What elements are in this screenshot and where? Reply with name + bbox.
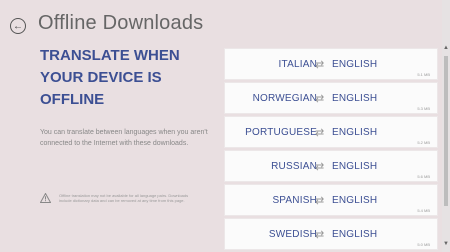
target-language: ENGLISH [332, 195, 378, 206]
source-language: RUSSIAN [271, 161, 317, 172]
download-row[interactable]: PORTUGUESE ⇄ ENGLISH 5.2 MB [224, 116, 438, 148]
swap-arrows-icon: ⇄ [315, 195, 325, 207]
target-language: ENGLISH [332, 229, 378, 240]
download-size: 5.6 MB [417, 174, 430, 179]
notice: Offline translation may not be available… [40, 193, 210, 203]
download-size: 5.4 MB [417, 208, 430, 213]
download-row[interactable]: NORWEGIAN ⇄ ENGLISH 5.3 MB [224, 82, 438, 114]
headline: TRANSLATE WHEN YOUR DEVICE IS OFFLINE [40, 47, 180, 108]
target-language: ENGLISH [332, 93, 378, 104]
download-size: 5.3 MB [417, 106, 430, 111]
description: You can translate between languages when… [40, 129, 208, 147]
target-language: ENGLISH [332, 127, 378, 138]
download-row[interactable]: ITALIAN ⇄ ENGLISH 5.1 MB [224, 48, 438, 80]
scroll-up-icon[interactable]: ▲ [443, 45, 449, 51]
swap-arrows-icon: ⇄ [315, 59, 325, 71]
download-row[interactable]: RUSSIAN ⇄ ENGLISH 5.6 MB [224, 150, 438, 182]
source-language: ITALIAN [278, 59, 317, 70]
swap-arrows-icon: ⇄ [315, 161, 325, 173]
source-language: SPANISH [272, 195, 317, 206]
swap-arrows-icon: ⇄ [315, 93, 325, 105]
source-language: NORWEGIAN [252, 93, 317, 104]
swap-arrows-icon: ⇄ [315, 229, 325, 241]
scroll-down-icon[interactable]: ▼ [443, 241, 449, 247]
download-size: 5.1 MB [417, 72, 430, 77]
target-language: ENGLISH [332, 59, 378, 70]
back-arrow-icon[interactable]: ← [10, 18, 26, 34]
source-language: SWEDISH [268, 229, 317, 240]
download-size: 5.0 MB [417, 242, 430, 247]
target-language: ENGLISH [332, 161, 378, 172]
source-language: PORTUGUESE [245, 127, 317, 138]
notice-text: Offline translation may not be available… [59, 193, 189, 203]
download-row[interactable]: SWEDISH ⇄ ENGLISH 5.0 MB [224, 218, 438, 250]
page-title: Offline Downloads [38, 12, 204, 34]
download-size: 5.2 MB [417, 140, 430, 145]
swap-arrows-icon: ⇄ [315, 127, 325, 139]
warning-icon [40, 193, 51, 203]
download-row[interactable]: SPANISH ⇄ ENGLISH 5.4 MB [224, 184, 438, 216]
downloads-list: ITALIAN ⇄ ENGLISH 5.1 MB NORWEGIAN ⇄ ENG… [224, 48, 438, 252]
scrollbar[interactable]: ▲ ▼ [442, 0, 450, 252]
scroll-thumb[interactable] [444, 56, 448, 206]
